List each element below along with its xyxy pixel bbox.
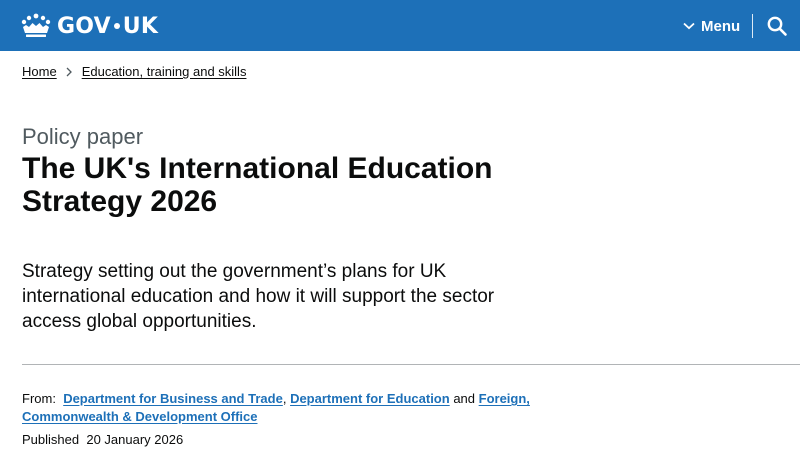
from-label: From: <box>22 391 56 406</box>
chevron-right-icon <box>66 67 72 76</box>
wordmark-dot <box>113 23 120 29</box>
govuk-logo-link[interactable]: GOV UK <box>20 11 158 41</box>
menu-button[interactable]: Menu <box>683 13 740 39</box>
published-label: Published <box>22 432 80 447</box>
breadcrumb-home-link[interactable]: Home <box>22 64 57 79</box>
search-button[interactable] <box>766 15 788 37</box>
crown-icon <box>21 13 51 37</box>
govuk-wordmark: GOV UK <box>57 14 158 39</box>
organisation-conjunction: and <box>453 391 476 406</box>
breadcrumb: Home Education, training and skills <box>22 64 246 79</box>
organisation-separator: , <box>282 391 287 406</box>
breadcrumb-education-link[interactable]: Education, training and skills <box>82 64 247 79</box>
search-icon <box>767 16 787 36</box>
menu-button-label: Menu <box>701 17 741 35</box>
published-date: 20 January 2026 <box>86 432 184 447</box>
wordmark-gov: GOV <box>57 13 111 39</box>
page-title: The UK's International Education Strateg… <box>22 152 493 218</box>
site-header: GOV UK Menu <box>0 0 800 51</box>
organisation-link-dbt[interactable]: Department for Business and Trade <box>63 391 283 406</box>
metadata-published: Published 20 January 2026 <box>22 431 183 449</box>
header-divider <box>752 14 753 38</box>
page-summary: Strategy setting out the government’s pl… <box>22 261 495 332</box>
chevron-down-icon <box>683 22 695 30</box>
metadata-from: From: Department for Business and Trade,… <box>22 390 542 426</box>
organisation-link-dfe[interactable]: Department for Education <box>290 391 450 406</box>
document-type-caption: Policy paper <box>22 124 144 149</box>
wordmark-uk: UK <box>122 13 159 39</box>
section-divider <box>22 364 800 365</box>
